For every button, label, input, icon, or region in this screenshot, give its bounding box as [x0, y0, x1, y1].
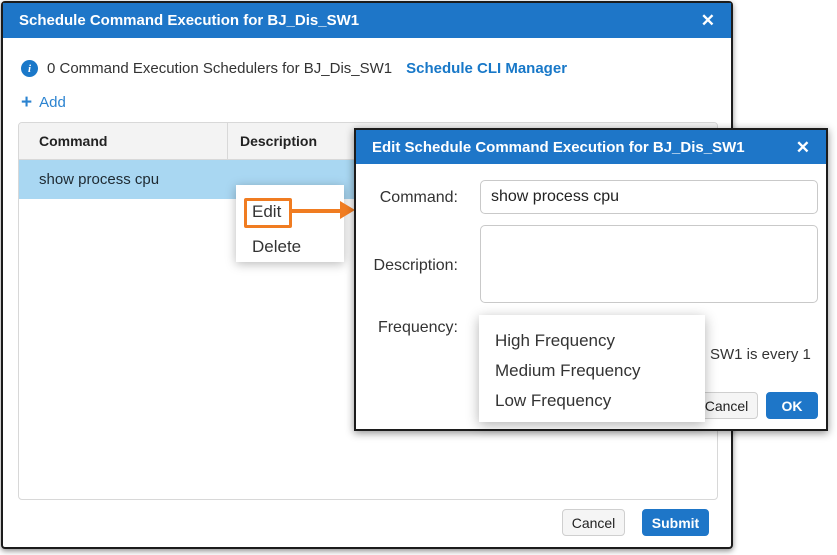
scheduler-count-text: 0 Command Execution Schedulers for BJ_Di…: [47, 60, 392, 77]
edit-menu-label: Edit: [252, 202, 281, 221]
plus-icon: +: [21, 93, 32, 112]
frequency-hint-text: SW1 is every 1: [710, 346, 811, 363]
submit-button[interactable]: Submit: [642, 509, 709, 536]
frequency-field-label: Frequency:: [366, 319, 458, 337]
add-button-label: Add: [39, 94, 66, 111]
edit-close-icon[interactable]: ✕: [796, 139, 810, 156]
edit-dialog-titlebar: Edit Schedule Command Execution for BJ_D…: [356, 130, 826, 164]
cancel-button[interactable]: Cancel: [562, 509, 625, 536]
annotation-arrow-line: [291, 209, 342, 213]
close-icon[interactable]: ✕: [701, 12, 715, 29]
frequency-option-low[interactable]: Low Frequency: [479, 386, 705, 416]
column-header-command: Command: [19, 123, 228, 159]
command-input[interactable]: [480, 180, 818, 214]
add-button[interactable]: + Add: [21, 93, 66, 112]
frequency-option-high[interactable]: High Frequency: [479, 326, 705, 356]
schedule-dialog-title: Schedule Command Execution for BJ_Dis_SW…: [19, 12, 359, 29]
command-cell: show process cpu: [19, 171, 159, 188]
annotation-arrow-head: [340, 201, 355, 219]
schedule-cli-manager-link[interactable]: Schedule CLI Manager: [406, 60, 567, 77]
edit-annotation-box: Edit: [244, 198, 292, 228]
description-textarea[interactable]: [480, 225, 818, 303]
context-menu-item-edit[interactable]: Edit: [236, 194, 344, 232]
schedule-dialog-titlebar: Schedule Command Execution for BJ_Dis_SW…: [3, 3, 731, 38]
screen: Schedule Command Execution for BJ_Dis_SW…: [0, 0, 837, 555]
command-field-label: Command:: [366, 189, 458, 207]
info-icon: i: [21, 60, 38, 77]
row-context-menu: Edit Delete: [236, 185, 344, 262]
frequency-option-medium[interactable]: Medium Frequency: [479, 356, 705, 386]
frequency-dropdown: High Frequency Medium Frequency Low Freq…: [479, 315, 705, 422]
context-menu-item-delete[interactable]: Delete: [236, 232, 344, 262]
edit-ok-button[interactable]: OK: [766, 392, 818, 419]
scheduler-info-row: i 0 Command Execution Schedulers for BJ_…: [21, 60, 567, 77]
edit-dialog-title: Edit Schedule Command Execution for BJ_D…: [372, 139, 745, 156]
description-field-label: Description:: [366, 257, 458, 275]
